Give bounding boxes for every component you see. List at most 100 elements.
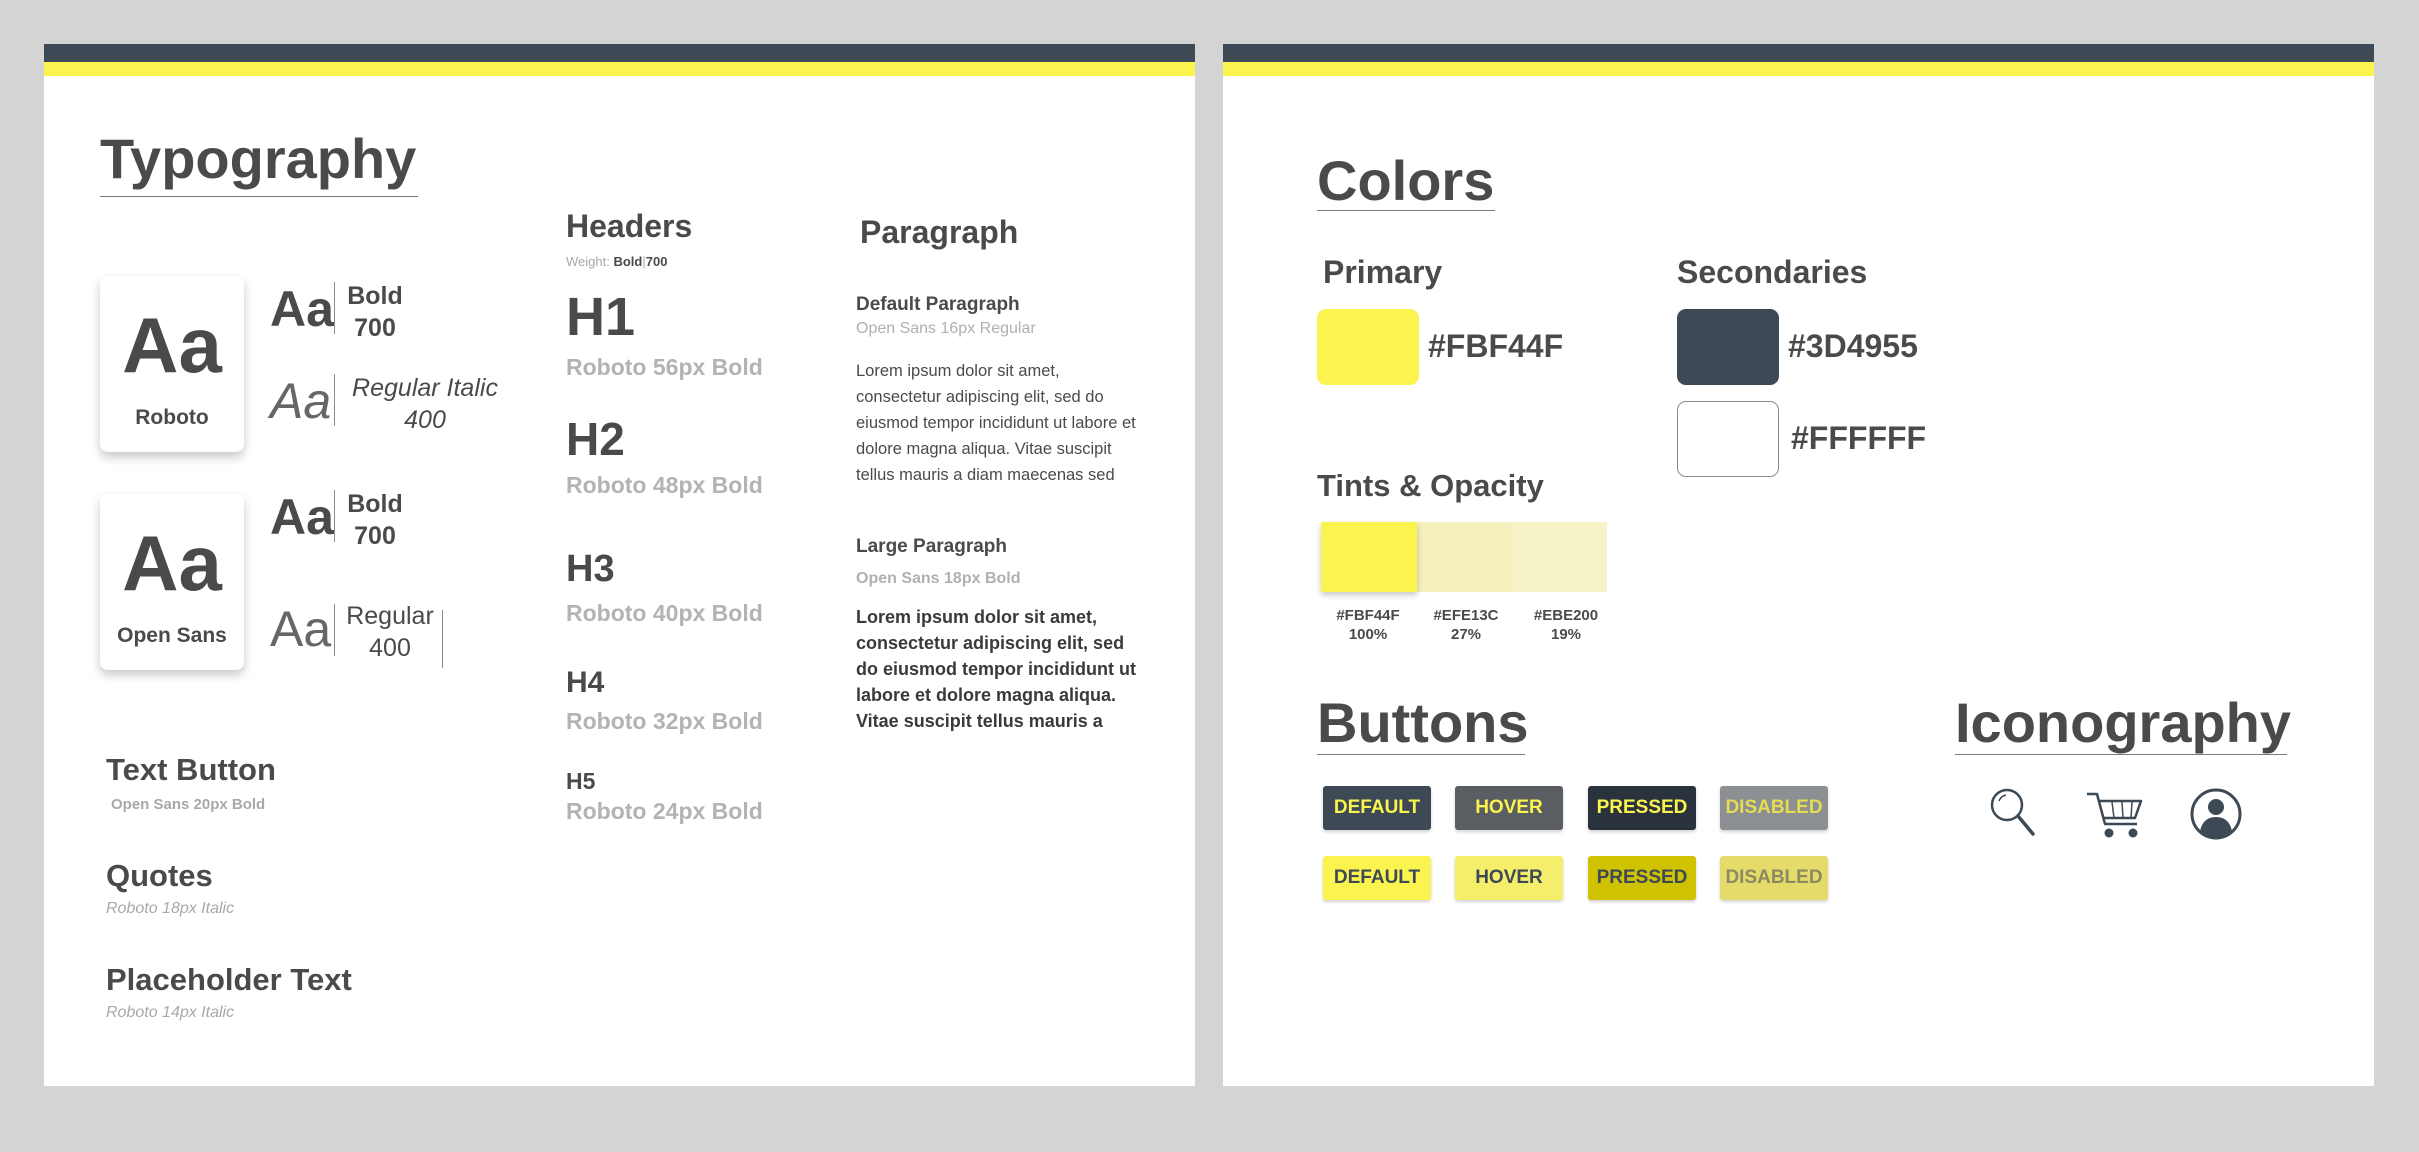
text-button-spec: Open Sans 20px Bold bbox=[111, 796, 266, 813]
paragraph-line: labore et dolore magna aliqua. bbox=[856, 685, 1117, 705]
text-button-title: Text Button bbox=[106, 752, 276, 787]
tint-hex: #EFE13C bbox=[1433, 607, 1499, 624]
paragraph-line: do eiusmod tempor incididunt ut bbox=[856, 659, 1136, 679]
tints-strip bbox=[1321, 522, 1607, 592]
separator bbox=[334, 282, 335, 334]
hover-button-dark[interactable]: HOVER bbox=[1455, 786, 1563, 830]
h1-sample: H1 bbox=[566, 287, 636, 347]
roboto-italic-sample: Aa bbox=[270, 373, 332, 429]
secondary-hex-white: #FFFFFF bbox=[1791, 420, 1927, 456]
user-icon[interactable] bbox=[2189, 787, 2243, 846]
pressed-button-dark[interactable]: PRESSED bbox=[1588, 786, 1696, 830]
search-icon[interactable] bbox=[1988, 786, 2038, 843]
pressed-button-light[interactable]: PRESSED bbox=[1588, 856, 1696, 900]
tint-pct: 19% bbox=[1550, 626, 1582, 643]
weight-name: Bold bbox=[347, 282, 403, 310]
typography-panel: Typography Aa Roboto Aa Bold 700 Aa Regu… bbox=[44, 44, 1195, 1086]
placeholder-spec: Roboto 14px Italic bbox=[106, 1004, 235, 1021]
tint-label-19: #EBE200 19% bbox=[1521, 606, 1611, 644]
tint-hex: #FBF44F bbox=[1336, 607, 1400, 624]
primary-title: Primary bbox=[1323, 254, 1443, 290]
h1-spec: Roboto 56px Bold bbox=[566, 354, 763, 380]
paragraph-line: tellus mauris a diam maecenas sed bbox=[856, 466, 1115, 484]
weight-label: Weight: bbox=[566, 254, 610, 269]
weight-bold: Bold bbox=[613, 254, 643, 269]
large-paragraph-body: Lorem ipsum dolor sit amet, consectetur … bbox=[856, 604, 1176, 734]
secondaries-title: Secondaries bbox=[1677, 254, 1868, 290]
quotes-spec: Roboto 18px Italic bbox=[106, 900, 235, 917]
buttons-title: Buttons bbox=[1317, 691, 1529, 754]
h3-sample: H3 bbox=[566, 548, 615, 590]
tint-swatch-100 bbox=[1321, 522, 1417, 592]
placeholder-title: Placeholder Text bbox=[106, 962, 352, 997]
separator bbox=[334, 490, 335, 542]
paragraph-line: Lorem ipsum dolor sit amet, bbox=[856, 362, 1060, 380]
paragraph-line: dolore magna aliqua. Vitae suscipit bbox=[856, 440, 1112, 458]
tint-hex: #EBE200 bbox=[1533, 607, 1599, 624]
font-card-open-sans: Aa Open Sans bbox=[100, 494, 244, 670]
disabled-button-dark: DISABLED bbox=[1720, 786, 1828, 830]
font-card-roboto: Aa Roboto bbox=[100, 276, 244, 452]
paragraph-line: Lorem ipsum dolor sit amet, bbox=[856, 607, 1098, 627]
font-sample: Aa bbox=[122, 519, 222, 607]
font-name: Open Sans bbox=[117, 624, 227, 647]
default-paragraph-spec: Open Sans 16px Regular bbox=[856, 320, 1036, 337]
iconography-title-underline bbox=[1955, 754, 2287, 755]
large-paragraph-title: Large Paragraph bbox=[856, 536, 1007, 557]
default-button-light[interactable]: DEFAULT bbox=[1323, 856, 1431, 900]
tint-swatch-27 bbox=[1415, 522, 1513, 592]
tint-label-27: #EFE13C 27% bbox=[1421, 606, 1511, 644]
top-bar-dark bbox=[1223, 44, 2374, 62]
roboto-bold-label: Bold 700 bbox=[340, 280, 410, 344]
weight-num: 700 bbox=[354, 522, 396, 550]
paragraph-line: consectetur adipiscing elit, sed do bbox=[856, 388, 1104, 406]
tint-pct: 27% bbox=[1450, 626, 1482, 643]
default-button-dark[interactable]: DEFAULT bbox=[1323, 786, 1431, 830]
colors-title-underline bbox=[1317, 210, 1495, 211]
default-paragraph-title: Default Paragraph bbox=[856, 294, 1020, 315]
headers-weight: Weight: Bold|700 bbox=[566, 254, 668, 269]
secondary-hex-dark: #3D4955 bbox=[1788, 328, 1918, 364]
font-sample: Aa bbox=[122, 301, 222, 389]
weight-num: 700 bbox=[645, 254, 668, 269]
default-paragraph-body: Lorem ipsum dolor sit amet, consectetur … bbox=[856, 358, 1166, 488]
hover-button-light[interactable]: HOVER bbox=[1455, 856, 1563, 900]
h5-sample: H5 bbox=[566, 768, 596, 794]
typography-title-underline bbox=[100, 196, 418, 197]
h2-spec: Roboto 48px Bold bbox=[566, 472, 763, 498]
roboto-bold-sample: Aa bbox=[270, 281, 334, 337]
weight-num: 400 bbox=[404, 406, 446, 434]
colors-title: Colors bbox=[1317, 149, 1495, 212]
paragraph-title: Paragraph bbox=[860, 214, 1019, 250]
separator bbox=[442, 610, 443, 668]
weight-name: Regular bbox=[346, 602, 434, 630]
top-bar-yellow bbox=[44, 62, 1195, 76]
separator bbox=[334, 374, 335, 426]
roboto-italic-label: Regular Italic 400 bbox=[340, 372, 510, 436]
buttons-title-underline bbox=[1317, 754, 1525, 755]
typography-title: Typography bbox=[100, 127, 417, 190]
top-bar-dark bbox=[44, 44, 1195, 62]
headers-title: Headers bbox=[566, 208, 693, 244]
tints-title: Tints & Opacity bbox=[1317, 468, 1544, 503]
font-name: Roboto bbox=[135, 406, 209, 429]
open-sans-regular-label: Regular 400 bbox=[340, 600, 440, 664]
weight-num: 400 bbox=[369, 634, 411, 662]
tint-swatch-19 bbox=[1509, 522, 1607, 592]
primary-swatch bbox=[1317, 309, 1419, 385]
weight-name: Bold bbox=[347, 490, 403, 518]
quotes-title: Quotes bbox=[106, 858, 213, 893]
open-sans-bold-sample: Aa bbox=[270, 489, 334, 545]
colors-panel: Colors Primary #FBF44F Secondaries #3D49… bbox=[1223, 44, 2374, 1086]
h2-sample: H2 bbox=[566, 413, 625, 465]
cart-icon[interactable] bbox=[2085, 788, 2145, 847]
weight-name: Regular Italic bbox=[352, 374, 498, 402]
separator bbox=[334, 604, 335, 656]
h5-spec: Roboto 24px Bold bbox=[566, 798, 763, 824]
tint-pct: 100% bbox=[1348, 626, 1388, 643]
top-bar-yellow bbox=[1223, 62, 2374, 76]
paragraph-line: consectetur adipiscing elit, sed bbox=[856, 633, 1125, 653]
h3-spec: Roboto 40px Bold bbox=[566, 600, 763, 626]
iconography-title: Iconography bbox=[1955, 691, 2292, 754]
open-sans-bold-label: Bold 700 bbox=[340, 488, 410, 552]
